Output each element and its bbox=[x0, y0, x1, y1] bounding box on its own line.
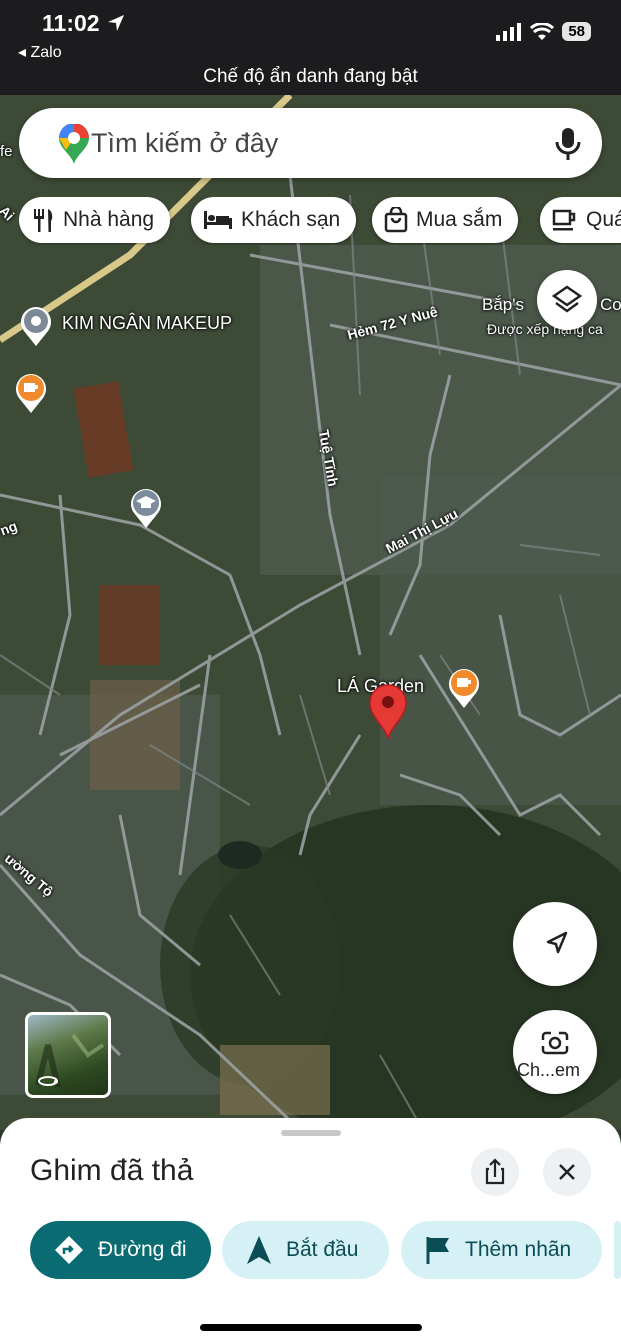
location-arrow-icon bbox=[107, 15, 124, 31]
signal-icon bbox=[496, 22, 522, 41]
chip-cafes[interactable]: Quá bbox=[540, 197, 621, 243]
camera-search-button[interactable]: Ch...em bbox=[513, 1010, 597, 1094]
chip-hotels[interactable]: Khách sạn bbox=[191, 197, 357, 243]
microphone-icon[interactable] bbox=[554, 126, 582, 162]
place-label-baps-suffix: Co bbox=[600, 295, 621, 314]
search-input[interactable]: Tìm kiếm ở đây bbox=[91, 128, 278, 159]
share-icon bbox=[485, 1158, 505, 1185]
close-button[interactable] bbox=[543, 1148, 591, 1196]
place-label-baps[interactable]: Bắp's bbox=[482, 295, 524, 315]
incognito-banner: Chế độ ẩn danh đang bật bbox=[203, 66, 418, 87]
chip-label: Nhà hàng bbox=[63, 208, 155, 231]
chip-label: Quá bbox=[586, 208, 621, 231]
clock: 11:02 bbox=[42, 10, 126, 37]
start-label: Bắt đầu bbox=[286, 1238, 359, 1261]
chip-label: Mua sắm bbox=[416, 208, 503, 231]
chip-restaurants[interactable]: Nhà hàng bbox=[19, 197, 171, 243]
dropped-pin-icon[interactable] bbox=[368, 683, 408, 739]
place-marker-kim-ngan[interactable] bbox=[18, 303, 54, 347]
wifi-icon bbox=[530, 22, 555, 40]
status-bar: 11:02 ◂ Zalo 58 Chế độ ẩn danh đang bật bbox=[0, 0, 621, 95]
add-label-button[interactable]: Thêm nhãn bbox=[401, 1221, 602, 1279]
navigation-arrow-icon bbox=[247, 1236, 271, 1264]
back-to-app[interactable]: ◂ Zalo bbox=[18, 42, 62, 62]
layers-button[interactable] bbox=[537, 270, 597, 330]
add-label-label: Thêm nhãn bbox=[465, 1238, 572, 1261]
place-label-kim-ngan-makeup[interactable]: KIM NGÂN MAKEUP bbox=[62, 313, 232, 334]
battery-level: 58 bbox=[562, 22, 591, 41]
home-indicator[interactable] bbox=[200, 1324, 422, 1331]
layers-icon bbox=[551, 285, 583, 313]
status-icons: 58 bbox=[496, 22, 591, 41]
chip-shopping[interactable]: Mua sắm bbox=[372, 197, 519, 243]
share-button[interactable] bbox=[471, 1148, 519, 1196]
directions-button[interactable]: Đường đi bbox=[30, 1221, 211, 1279]
start-button[interactable]: Bắt đầu bbox=[222, 1221, 389, 1279]
search-bar[interactable]: Tìm kiếm ở đây bbox=[19, 108, 602, 178]
restaurant-icon bbox=[34, 209, 53, 232]
school-marker[interactable] bbox=[128, 485, 164, 529]
more-action-button[interactable] bbox=[614, 1221, 621, 1279]
flag-icon bbox=[426, 1237, 449, 1264]
directions-icon bbox=[55, 1236, 83, 1264]
street-view-thumbnail[interactable] bbox=[25, 1012, 111, 1098]
navigation-arrow-icon bbox=[546, 931, 568, 954]
google-maps-logo-icon bbox=[59, 124, 89, 164]
category-chips: Nhà hàng Khách sạn Mua sắm Quá bbox=[19, 197, 621, 245]
camera-search-label: Ch...em bbox=[517, 1060, 581, 1080]
cafe-marker-la-garden[interactable] bbox=[446, 665, 482, 709]
hotel-icon bbox=[204, 211, 232, 229]
dropped-pin-sheet: Ghim đã thả Đường đi Bắt đầu Thêm nhãn bbox=[0, 1118, 621, 1344]
map-label-fe: fe bbox=[0, 143, 13, 160]
sheet-drag-handle[interactable] bbox=[281, 1130, 341, 1136]
directions-label: Đường đi bbox=[98, 1238, 187, 1261]
shopping-icon bbox=[384, 207, 408, 233]
cafe-marker-left[interactable] bbox=[13, 370, 49, 414]
my-location-button[interactable] bbox=[513, 902, 597, 986]
rotate-360-icon bbox=[35, 1033, 105, 1088]
chip-label: Khách sạn bbox=[241, 208, 341, 231]
coffee-icon bbox=[552, 209, 576, 231]
close-icon bbox=[559, 1164, 575, 1180]
sheet-title: Ghim đã thả bbox=[30, 1154, 194, 1187]
